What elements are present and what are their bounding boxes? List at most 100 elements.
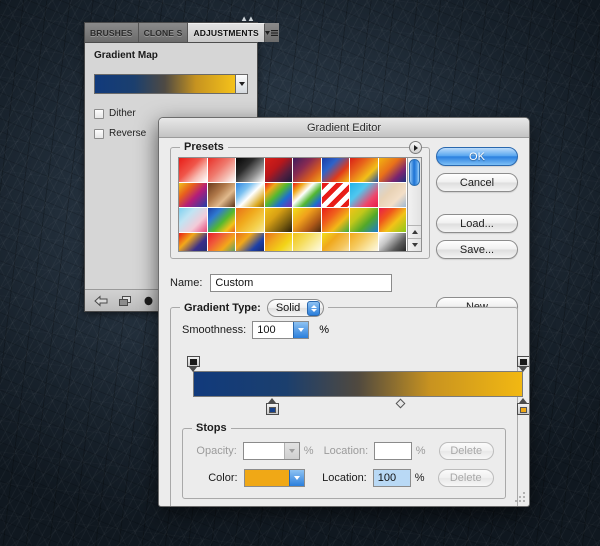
smoothness-combo[interactable]: 100 [252,321,310,339]
preset-swatch[interactable] [236,208,265,233]
gradient-editor-dialog: Gradient Editor Presets OK Cancel Load..… [158,117,530,507]
stepper-up-down-icon[interactable] [307,300,321,316]
preset-swatch[interactable] [236,183,265,208]
preset-swatch[interactable] [350,208,379,233]
tab-clone-source[interactable]: CLONE S [138,23,189,42]
resize-grip-icon[interactable] [513,490,527,504]
preset-swatch[interactable] [264,183,293,208]
preset-swatch[interactable] [179,233,208,251]
ok-button[interactable]: OK [436,147,518,166]
preset-swatch[interactable] [207,158,236,183]
color-chevron-down-icon[interactable] [288,470,304,486]
gradient-type-select[interactable]: Solid [266,299,325,317]
color-stop-marker[interactable] [265,398,279,415]
gradient-type-row: Gradient Type: Solid [180,299,329,317]
presets-scroll-thumb[interactable] [409,159,420,186]
preset-swatch[interactable] [350,183,379,208]
preset-swatch[interactable] [321,208,350,233]
color-location-input[interactable]: 100 [372,469,411,487]
preset-swatch[interactable] [350,158,379,183]
opacity-stop-marker[interactable] [186,356,200,372]
gradient-dropdown-arrow-icon[interactable] [235,74,248,94]
preset-swatch[interactable] [207,208,236,233]
opacity-chevron-down-icon[interactable] [283,443,299,459]
preset-swatch[interactable] [264,208,293,233]
preset-swatch[interactable] [378,208,407,233]
tab-adjustments[interactable]: ADJUSTMENTS [188,23,265,42]
preset-swatch[interactable] [378,183,407,208]
gradient-editor-body: Presets OK Cancel Load... Save... Name: … [159,138,529,506]
presets-list[interactable] [178,157,422,252]
preset-swatch[interactable] [207,233,236,251]
opacity-stop-chip [189,359,197,365]
opacity-delete-button[interactable]: Delete [438,442,494,460]
gradient-strip[interactable] [193,371,523,397]
preset-swatch[interactable] [321,233,350,251]
preset-swatch[interactable] [293,183,322,208]
presets-scroll-track[interactable] [408,158,421,225]
panel-tab-strip: ▲▲ BRUSHES CLONE S ADJUSTMENTS [85,14,279,43]
panel-menu-glyph [264,29,278,36]
reverse-checkbox[interactable] [94,128,104,139]
gradient-map-preview-row[interactable] [94,74,248,94]
save-button-label: Save... [459,243,495,256]
preset-swatch[interactable] [179,208,208,233]
scroll-up-arrow-icon[interactable] [408,225,421,238]
smoothness-value[interactable]: 100 [253,322,293,338]
gradient-midpoint-marker[interactable] [395,398,406,409]
preset-swatch[interactable] [236,233,265,251]
back-arrow-icon[interactable] [93,294,108,308]
gradient-map-preview[interactable] [94,74,235,94]
collapse-chevrons-icon[interactable]: ▲▲ [240,14,255,23]
button-gap [436,199,518,207]
opacity-stop-tip [518,367,527,372]
gradient-editor-titlebar[interactable]: Gradient Editor [159,118,529,138]
smoothness-row: Smoothness: 100 % [182,321,506,339]
back-arrow-glyph [93,294,107,307]
opacity-location-input[interactable] [374,442,412,460]
preset-swatch[interactable] [378,158,407,183]
preset-swatch[interactable] [179,158,208,183]
smoothness-chevron-down-icon[interactable] [293,322,309,338]
color-delete-button[interactable]: Delete [437,469,494,487]
preset-swatch[interactable] [264,233,293,251]
tab-brushes[interactable]: BRUSHES [85,23,139,42]
color-stop-marker[interactable] [516,398,529,415]
name-input[interactable]: Custom [210,274,393,292]
presets-menu-icon[interactable] [409,141,422,154]
color-swatch-button[interactable] [243,469,305,487]
cancel-button[interactable]: Cancel [436,173,518,192]
opacity-combo[interactable] [242,442,300,460]
preset-swatch[interactable] [179,183,208,208]
toggle-visibility-icon[interactable] [141,294,156,308]
preset-swatch[interactable] [293,158,322,183]
opacity-value[interactable] [243,443,284,459]
presets-scrollbar[interactable] [407,158,421,251]
save-button[interactable]: Save... [436,240,518,259]
gradient-editor-title: Gradient Editor [307,121,381,134]
scroll-down-arrow-icon[interactable] [408,238,421,251]
color-stop-chip [519,407,527,413]
color-swatch[interactable] [244,470,289,486]
clip-layer-icon[interactable] [117,294,132,308]
color-delete-label: Delete [449,472,482,484]
preset-swatch[interactable] [293,208,322,233]
preset-swatch[interactable] [321,158,350,183]
preset-swatch[interactable] [293,233,322,251]
presets-grid[interactable] [179,158,407,251]
opacity-stop-row: Opacity: % Location: % Delete [194,442,494,460]
preset-swatch[interactable] [264,158,293,183]
color-label: Color: [208,472,238,484]
ok-button-label: OK [469,150,485,163]
preset-swatch[interactable] [378,233,407,251]
dither-checkbox[interactable] [94,108,104,119]
load-button[interactable]: Load... [436,214,518,233]
gradient-strip-area [182,354,529,420]
preset-swatch[interactable] [236,158,265,183]
preset-swatch[interactable] [207,183,236,208]
color-location-value: 100 [377,472,397,484]
panel-menu-icon[interactable] [264,23,279,42]
preset-swatch[interactable] [321,183,350,208]
opacity-stop-marker[interactable] [516,356,529,372]
preset-swatch[interactable] [350,233,379,251]
